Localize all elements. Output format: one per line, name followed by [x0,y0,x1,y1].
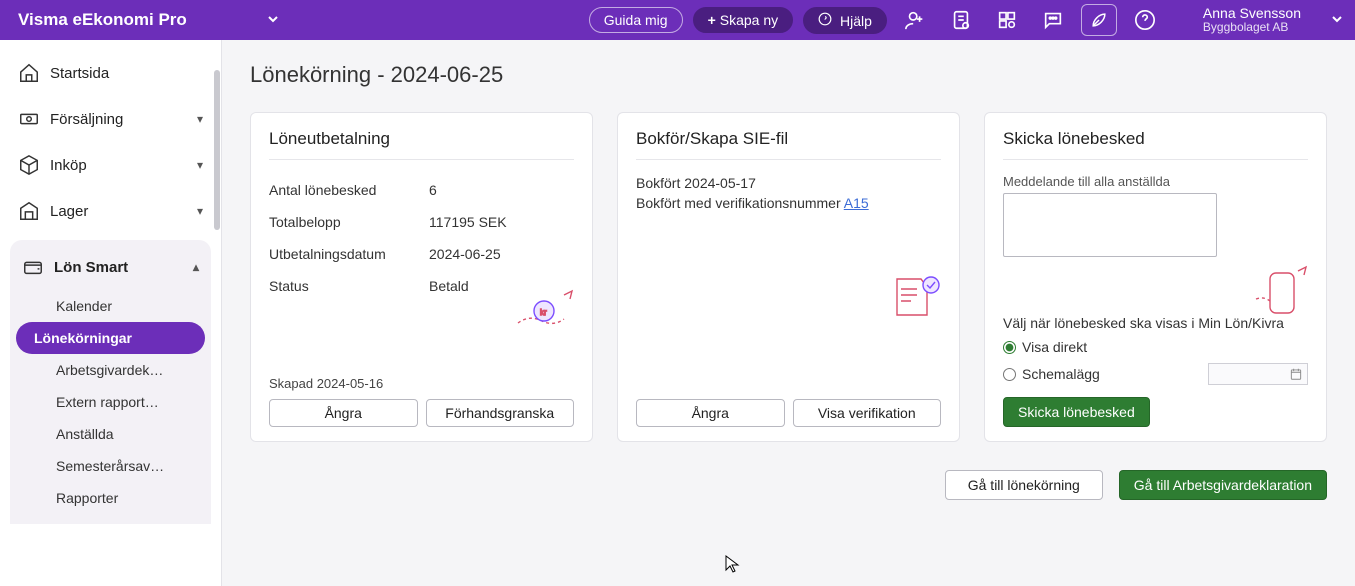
plus-icon: + [708,12,716,28]
page-title: Lönekörning - 2024-06-25 [250,62,1327,88]
package-icon [18,154,40,176]
receipt-icon[interactable] [943,4,979,36]
card-title: Skicka lönebesked [1003,129,1308,159]
row-value: 6 [429,182,437,198]
radio-label: Visa direkt [1022,339,1087,355]
sidebar-item-label: Inköp [50,157,87,174]
user-name: Anna Svensson [1203,6,1301,21]
sidebar-sublink[interactable]: Kalender [16,290,205,322]
card-title: Löneutbetalning [269,129,574,159]
send-illustration-icon [1248,263,1312,328]
topbar: Visma eEkonomi Pro Guida mig +Skapa ny H… [0,0,1355,40]
row-label: Totalbelopp [269,214,429,230]
card-loneutbetalning: Löneutbetalning Antal lönebesked6Totalbe… [250,112,593,442]
row-label: Utbetalningsdatum [269,246,429,262]
sidebar-sublink[interactable]: Rapporter [16,482,205,514]
cash-icon [18,108,40,130]
help-button[interactable]: Hjälp [803,7,887,34]
card-row: Antal lönebesked6 [269,174,574,206]
sidebar: Startsida Försäljning ▾ Inköp ▾ Lager ▾ … [0,40,222,586]
user-block[interactable]: Anna Svensson Byggbolaget AB [1203,6,1301,35]
guide-button[interactable]: Guida mig [589,7,683,33]
card-row: Utbetalningsdatum2024-06-25 [269,238,574,270]
sidebar-item-label: Lön Smart [54,259,128,276]
goto-payroll-run-button[interactable]: Gå till lönekörning [945,470,1103,500]
sidebar-item-label: Lager [50,203,88,220]
sidebar-item-lon-smart[interactable]: Lön Smart ▴ [10,246,211,288]
bokfort-verification-text: Bokfört med verifikationsnummer [636,195,844,211]
show-verification-button[interactable]: Visa verifikation [793,399,942,427]
row-value: 117195 SEK [429,214,507,230]
preview-button[interactable]: Förhandsgranska [426,399,575,427]
brand-name[interactable]: Visma eEkonomi Pro [18,10,187,30]
create-new-button[interactable]: +Skapa ny [693,7,794,33]
svg-text:kr: kr [540,308,547,317]
sidebar-sublink[interactable]: Anställda [16,418,205,450]
sidebar-item-inkop[interactable]: Inköp ▾ [0,142,221,188]
sidebar-sublink[interactable]: Extern rapport… [16,386,205,418]
warehouse-icon [18,200,40,222]
radio-schemalagg-input[interactable] [1003,368,1016,381]
message-label: Meddelande till alla anställda [1003,174,1308,189]
create-new-label: Skapa ny [720,12,778,28]
sie-illustration-icon [889,273,945,328]
radio-label: Schemalägg [1022,366,1100,382]
sidebar-item-lager[interactable]: Lager ▾ [0,188,221,234]
goto-employer-declaration-button[interactable]: Gå till Arbetsgivardeklaration [1119,470,1327,500]
bokfort-date: Bokfört 2024-05-17 [636,174,941,194]
card-bokfor-sie: Bokför/Skapa SIE-fil Bokfört 2024-05-17 … [617,112,960,442]
radio-schemalagg[interactable]: Schemalägg [1003,359,1308,389]
radio-visa-direkt[interactable]: Visa direkt [1003,335,1308,359]
sidebar-item-forsaljning[interactable]: Försäljning ▾ [0,96,221,142]
row-label: Status [269,278,429,294]
sidebar-sublink[interactable]: Semesterårsav… [16,450,205,482]
sidebar-item-startsida[interactable]: Startsida [0,50,221,96]
row-value: Betald [429,278,469,294]
brand-dropdown-icon[interactable] [267,12,279,28]
help-icon [818,13,836,29]
send-payslips-button[interactable]: Skicka lönebesked [1003,397,1150,427]
card-row: Totalbelopp117195 SEK [269,206,574,238]
home-icon [18,62,40,84]
help-label: Hjälp [840,13,872,29]
sidebar-item-label: Startsida [50,65,109,82]
sidebar-sublink[interactable]: Lönekörningar [16,322,205,354]
row-value: 2024-06-25 [429,246,501,262]
verification-link[interactable]: A15 [844,195,869,211]
user-company: Byggbolaget AB [1203,21,1301,34]
card-title: Bokför/Skapa SIE-fil [636,129,941,159]
wallet-icon [22,256,44,278]
card-skicka-lonebesked: Skicka lönebesked Meddelande till alla a… [984,112,1327,442]
sidebar-item-label: Försäljning [50,111,123,128]
chevron-down-icon: ▾ [197,112,203,126]
user-add-icon[interactable] [897,4,933,36]
undo-button[interactable]: Ångra [636,399,785,427]
message-textarea[interactable] [1003,193,1217,257]
rocket-icon[interactable] [1081,4,1117,36]
sidebar-sublink[interactable]: Arbetsgivardek… [16,354,205,386]
page-actions: Gå till lönekörning Gå till Arbetsgivard… [250,470,1327,500]
dashboard-icon[interactable] [989,4,1025,36]
user-dropdown-icon[interactable] [1331,12,1343,28]
sidebar-group-lon-smart: Lön Smart ▴ KalenderLönekörningarArbetsg… [10,240,211,524]
chevron-down-icon: ▾ [197,204,203,218]
payout-illustration-icon: kr [512,283,578,344]
radio-visa-direkt-input[interactable] [1003,341,1016,354]
card-created-note: Skapad 2024-05-16 [269,376,574,399]
chevron-up-icon: ▴ [193,260,199,274]
undo-button[interactable]: Ångra [269,399,418,427]
calendar-icon [1289,367,1303,381]
row-label: Antal lönebesked [269,182,429,198]
main-content: Lönekörning - 2024-06-25 Löneutbetalning… [222,40,1355,586]
question-icon[interactable] [1127,4,1163,36]
chat-icon[interactable] [1035,4,1071,36]
chevron-down-icon: ▾ [197,158,203,172]
schedule-date-input[interactable] [1208,363,1308,385]
